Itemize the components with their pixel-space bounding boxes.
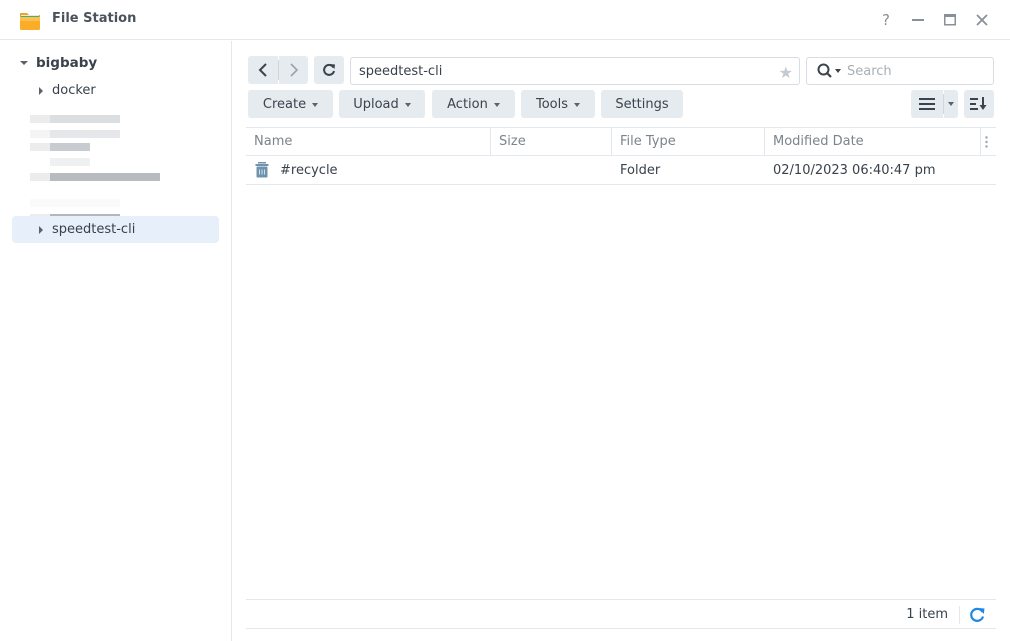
chevron-right-icon xyxy=(289,63,298,77)
grid-header: Name Size File Type Modified Date xyxy=(246,127,996,156)
refresh-button[interactable] xyxy=(314,56,344,84)
tree-item-redacted[interactable] xyxy=(30,196,120,222)
file-name: #recycle xyxy=(280,162,338,178)
cell-name: #recycle xyxy=(246,156,491,184)
star-icon[interactable]: ★ xyxy=(779,63,793,82)
tree-item-redacted[interactable] xyxy=(30,170,160,186)
column-header-file-type[interactable]: File Type xyxy=(612,128,765,155)
status-bar: 1 item xyxy=(246,599,996,629)
tools-label: Tools xyxy=(535,96,569,112)
back-button[interactable] xyxy=(248,56,278,84)
maximize-icon xyxy=(944,14,956,26)
sort-icon xyxy=(970,97,987,110)
maximize-button[interactable] xyxy=(938,8,962,32)
chevron-down-icon xyxy=(493,103,500,107)
chevron-down-icon xyxy=(312,103,319,107)
list-view-icon xyxy=(919,98,935,110)
tree-item-label: docker xyxy=(52,83,96,98)
search-placeholder: Search xyxy=(847,63,892,79)
table-row[interactable]: #recycle Folder 02/10/2023 06:40:47 pm xyxy=(246,156,996,185)
close-button[interactable] xyxy=(970,8,994,32)
cell-modified-date: 02/10/2023 06:40:47 pm xyxy=(773,162,936,178)
cell-size xyxy=(491,156,612,184)
column-options-button[interactable] xyxy=(981,128,996,155)
column-header-modified-date[interactable]: Modified Date xyxy=(765,128,981,155)
create-button[interactable]: Create xyxy=(248,90,333,118)
status-divider xyxy=(959,606,960,624)
search-input[interactable]: Search xyxy=(806,57,994,85)
upload-button[interactable]: Upload xyxy=(339,90,425,118)
column-label: Modified Date xyxy=(773,134,864,149)
column-header-size[interactable]: Size xyxy=(491,128,612,155)
tree-root-bigbaby[interactable]: bigbaby xyxy=(20,53,97,73)
close-icon xyxy=(976,14,988,26)
upload-label: Upload xyxy=(353,96,399,112)
minimize-icon xyxy=(912,19,924,21)
chevron-left-icon xyxy=(258,63,267,77)
more-vertical-icon xyxy=(985,135,988,148)
minimize-button[interactable] xyxy=(906,8,930,32)
tree-item-redacted[interactable] xyxy=(30,140,90,166)
sort-button[interactable] xyxy=(964,90,994,118)
tree-item-speedtest-cli[interactable]: speedtest-cli xyxy=(12,216,219,243)
tree-item-docker[interactable]: docker xyxy=(12,77,219,104)
folder-app-icon xyxy=(20,13,40,30)
chevron-down-icon xyxy=(404,103,411,107)
tree-item-label: speedtest-cli xyxy=(52,222,136,237)
chevron-down-icon xyxy=(574,103,581,107)
tree-root-label: bigbaby xyxy=(36,55,98,71)
folder-tree: bigbaby docker speedtest-cli xyxy=(0,41,232,641)
settings-label: Settings xyxy=(615,96,669,112)
column-label: Name xyxy=(254,134,293,149)
caret-right-icon xyxy=(39,225,43,234)
path-value: speedtest-cli xyxy=(359,63,443,79)
app-title: File Station xyxy=(52,11,137,26)
cell-file-type: Folder xyxy=(620,162,661,178)
action-label: Action xyxy=(447,96,488,112)
view-mode-button[interactable] xyxy=(911,90,943,118)
item-count: 1 item xyxy=(906,607,948,622)
caret-down-icon xyxy=(20,61,28,65)
column-label: File Type xyxy=(620,134,676,149)
column-header-name[interactable]: Name xyxy=(246,128,491,155)
help-button[interactable]: ? xyxy=(874,8,898,32)
caret-right-icon xyxy=(39,86,43,95)
chevron-down-icon[interactable] xyxy=(835,69,841,73)
tools-button[interactable]: Tools xyxy=(521,90,595,118)
recycle-bin-icon xyxy=(255,162,269,178)
path-input[interactable]: speedtest-cli ★ xyxy=(350,57,800,85)
forward-button[interactable] xyxy=(279,56,308,84)
create-label: Create xyxy=(262,96,307,112)
search-icon xyxy=(817,63,832,78)
help-icon: ? xyxy=(882,11,890,29)
title-bar: File Station ? xyxy=(0,0,1010,40)
action-button[interactable]: Action xyxy=(432,90,515,118)
view-mode-dropdown[interactable] xyxy=(944,90,958,118)
refresh-icon[interactable] xyxy=(968,606,986,624)
refresh-icon xyxy=(323,63,335,76)
chevron-down-icon xyxy=(948,102,954,106)
tree-item-redacted[interactable] xyxy=(30,112,120,138)
settings-button[interactable]: Settings xyxy=(601,90,683,118)
column-label: Size xyxy=(499,134,526,149)
